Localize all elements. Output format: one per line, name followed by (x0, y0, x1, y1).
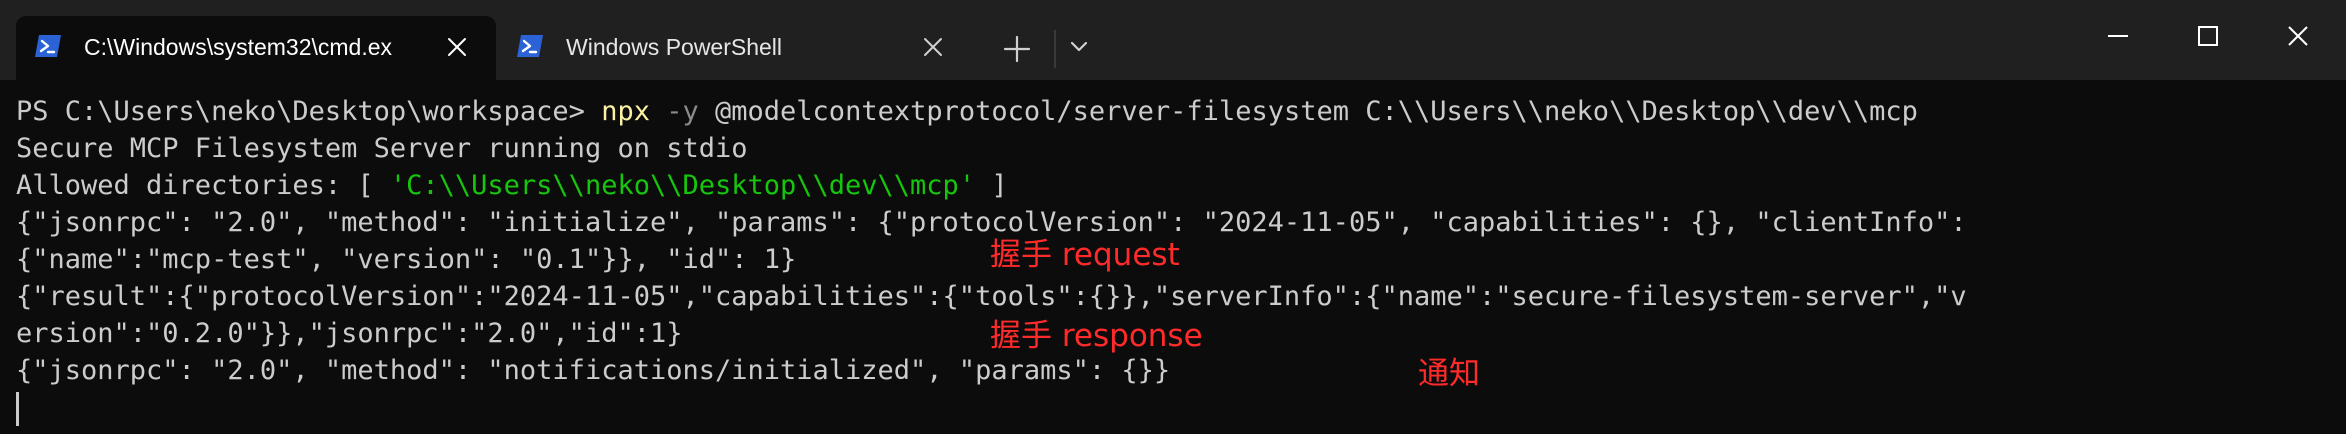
tab-separator (1054, 30, 1056, 68)
tab-cmd[interactable]: C:\Windows\system32\cmd.ex (16, 16, 496, 80)
command-flag: -y (649, 96, 699, 127)
tab-powershell[interactable]: Windows PowerShell (500, 16, 960, 80)
output-text: ] (975, 170, 1008, 201)
command-args: @modelcontextprotocol/server-filesystem … (698, 96, 1918, 127)
annotation-response: 握手 response (990, 318, 1203, 354)
plus-icon[interactable] (1000, 32, 1034, 66)
minimize-icon[interactable] (2104, 22, 2132, 50)
tab-title: C:\Windows\system32\cmd.ex (84, 34, 393, 60)
output-text: Allowed directories: [ (16, 170, 390, 201)
maximize-icon[interactable] (2194, 22, 2222, 50)
output-line: Secure MCP Filesystem Server running on … (16, 133, 748, 164)
output-line: {"jsonrpc": "2.0", "method": "notificati… (16, 355, 1171, 386)
path-string: 'C:\\Users\\neko\\Desktop\\dev\\mcp' (389, 170, 976, 201)
window-close-icon[interactable] (2284, 22, 2312, 50)
tab-title: Windows PowerShell (566, 34, 783, 60)
command: npx (601, 96, 650, 127)
command-line: PS C:\Users\neko\Desktop\workspace> npx … (16, 93, 1918, 130)
annotation-notify: 通知 (1418, 356, 1480, 392)
annotation-request: 握手 request (990, 237, 1180, 273)
output-line: ersion":"0.2.0"}},"jsonrpc":"2.0","id":1… (16, 318, 683, 349)
terminal-window: C:\Windows\system32\cmd.ex Windows Power… (0, 0, 2346, 434)
output-line: {"result":{"protocolVersion":"2024-11-05… (16, 281, 1967, 312)
title-bar: C:\Windows\system32\cmd.ex Windows Power… (0, 0, 2346, 80)
chevron-down-icon[interactable] (1068, 38, 1090, 56)
output-line: Allowed directories: [ 'C:\\Users\\neko\… (16, 167, 1008, 204)
output-line: {"name":"mcp-test", "version": "0.1"}}, … (16, 244, 797, 275)
prompt: PS C:\Users\neko\Desktop\workspace> (16, 96, 602, 127)
close-icon[interactable] (444, 34, 470, 60)
powershell-icon (35, 35, 61, 57)
terminal-output[interactable]: PS C:\Users\neko\Desktop\workspace> npx … (0, 80, 2346, 434)
powershell-icon (517, 35, 543, 57)
close-icon[interactable] (920, 34, 946, 60)
text-cursor (16, 392, 19, 426)
